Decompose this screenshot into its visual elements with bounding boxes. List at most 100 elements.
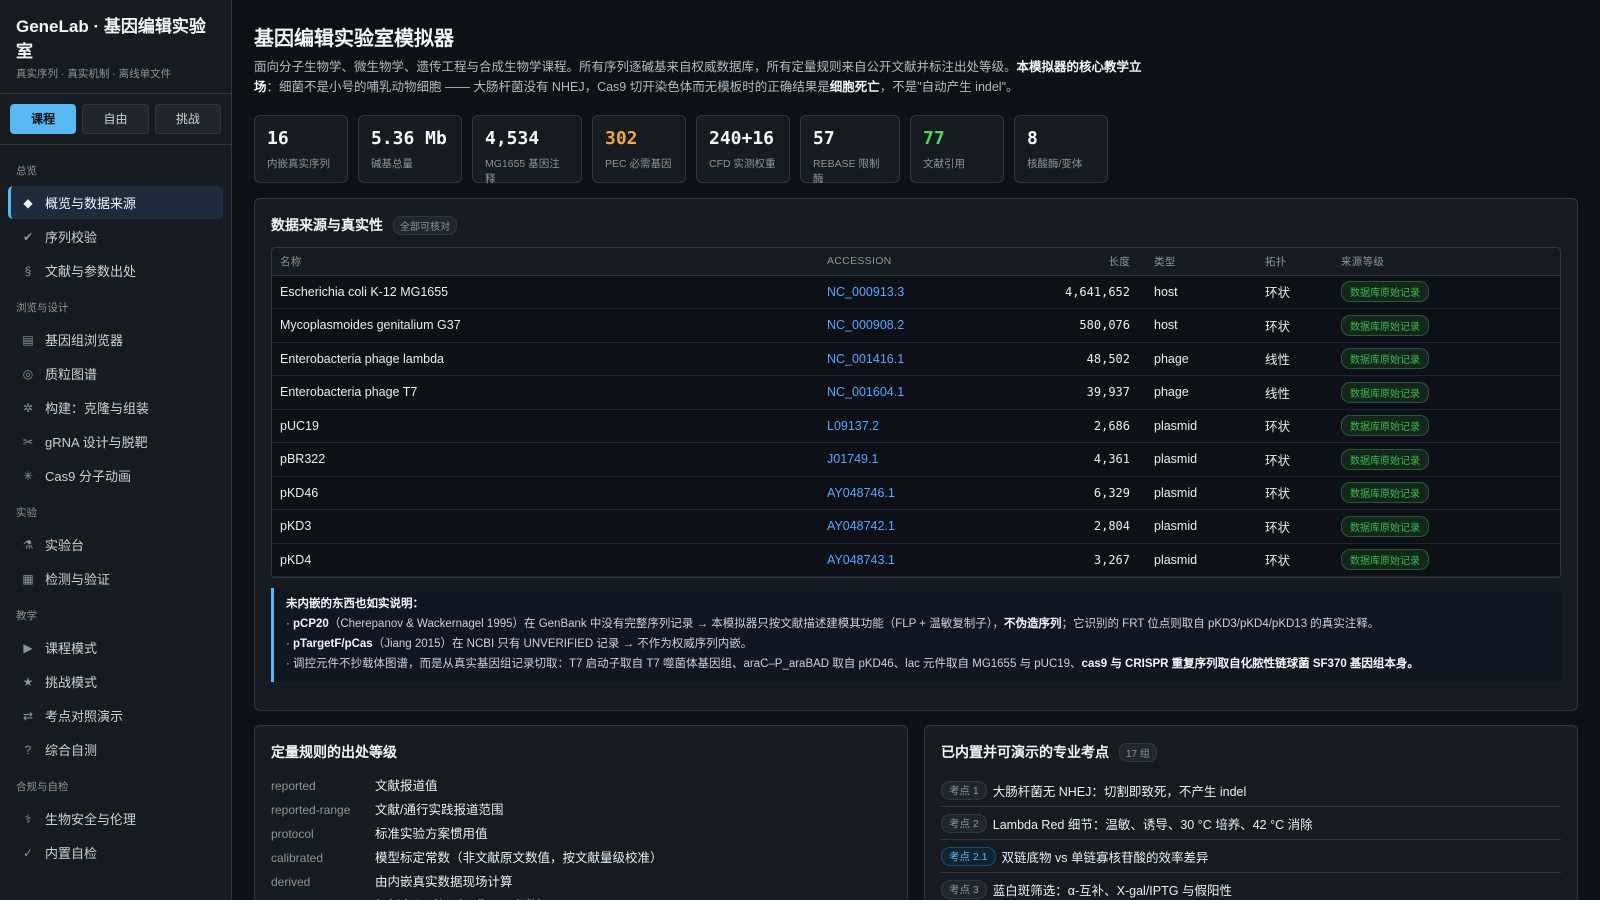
rule-value: 模型标定常数（非文献原文数值，按文献量级校准） xyxy=(375,851,663,865)
sidebar-item-label: 质粒图谱 xyxy=(45,367,98,382)
sidebar-item[interactable]: ⚗ 实验台 xyxy=(8,528,223,561)
exam-point-row[interactable]: 考点 2 Lambda Red 细节：温敏、诱导、30 °C 培养、42 °C 消… xyxy=(941,807,1561,840)
cell-type: host xyxy=(1146,275,1257,309)
sidebar-item[interactable]: ◆ 概览与数据来源 xyxy=(8,186,223,219)
exam-point-row[interactable]: 考点 3 蓝白斑筛选：α-互补、X-gal/IPTG 与假阳性 xyxy=(941,873,1561,900)
cell-name: pBR322 xyxy=(272,442,819,477)
cell-source-level: 数据库原始记录 xyxy=(1333,308,1560,343)
sidebar-item[interactable]: ▦ 检测与验证 xyxy=(8,562,223,595)
cell-accession[interactable]: NC_000908.2 xyxy=(819,308,994,343)
table-row[interactable]: Mycoplasmoides genitalium G37 NC_000908.2… xyxy=(272,308,1560,343)
col-accession[interactable]: ACCESSION xyxy=(819,248,994,276)
sidebar-item-label: Cas9 分子动画 xyxy=(45,469,131,484)
col-length[interactable]: 长度 xyxy=(994,248,1146,276)
cell-name: pKD4 xyxy=(272,543,819,577)
note-line-1: · pCP20（Cherepanov & Wackernagel 1995）在 … xyxy=(286,618,1380,630)
flask-icon: ⚗ xyxy=(22,537,34,552)
detect-icon: ▦ xyxy=(22,571,34,586)
col-source-level[interactable]: 来源等级 xyxy=(1333,248,1560,276)
sidebar-item[interactable]: ⇄ 考点对照演示 xyxy=(8,699,223,732)
sidebar-item[interactable]: ★ 挑战模式 xyxy=(8,665,223,698)
exam-point-row[interactable]: 考点 1 大肠杆菌无 NHEJ：切割即致死，不产生 indel xyxy=(941,774,1561,807)
page-title: 基因编辑实验室模拟器 xyxy=(254,28,454,50)
exam-point-tag: 考点 2.1 xyxy=(941,846,996,866)
sidebar-item-label: 生物安全与伦理 xyxy=(45,812,137,827)
cell-name: pUC19 xyxy=(272,409,819,443)
sidebar-item[interactable]: ✔ 序列校验 xyxy=(8,220,223,253)
cell-length: 4,641,652 xyxy=(994,275,1146,309)
stats-row: 16 内嵌真实序列 5.36 Mb 碱基总量 4,534 MG1655 基因注释 302 PE… xyxy=(254,115,1578,185)
col-topology[interactable]: 拓扑 xyxy=(1257,248,1333,276)
sidebar-item[interactable]: ? 综合自测 xyxy=(8,733,223,766)
mode-tab-course[interactable]: 课程 xyxy=(10,104,77,134)
col-name[interactable]: 名称 xyxy=(272,248,819,276)
sidebar-item[interactable]: ✳ Cas9 分子动画 xyxy=(8,459,223,492)
cell-accession[interactable]: AY048742.1 xyxy=(819,509,994,544)
cell-type: plasmid xyxy=(1146,476,1257,510)
cell-accession[interactable]: NC_000913.3 xyxy=(819,275,994,309)
nav-section-label: 浏览与设计 xyxy=(16,302,69,314)
cell-accession[interactable]: J01749.1 xyxy=(819,442,994,477)
source-badge: 数据库原始记录 xyxy=(1341,415,1429,437)
cell-length: 48,502 xyxy=(994,342,1146,376)
sidebar-item[interactable]: ✂ gRNA 设计与脱靶 xyxy=(8,425,223,458)
cell-accession[interactable]: NC_001416.1 xyxy=(819,342,994,376)
table-row[interactable]: pKD46 AY048746.1 6,329 plasmid 环状 数据库原始记录 xyxy=(272,476,1560,510)
cell-topology: 环状 xyxy=(1257,476,1333,510)
points-title: 已内置并可演示的专业考点 xyxy=(941,744,1109,760)
mode-tab-free[interactable]: 自由 xyxy=(82,104,149,134)
sources-table: 名称 ACCESSION 长度 类型 拓扑 来源等级 Escherichia c… xyxy=(272,248,1560,577)
cell-accession[interactable]: AY048746.1 xyxy=(819,476,994,510)
rules-title: 定量规则的出处等级 xyxy=(271,744,397,760)
points-badge: 17 组 xyxy=(1119,742,1157,762)
source-badge: 数据库原始记录 xyxy=(1341,448,1429,470)
cell-type: plasmid xyxy=(1146,409,1257,443)
col-type[interactable]: 类型 xyxy=(1146,248,1257,276)
note-line-2: · pTargetF/pCas（Jiang 2015）在 NCBI 只有 UNV… xyxy=(286,638,753,650)
mode-tabs: 课程 自由 挑战 xyxy=(0,94,231,145)
cell-accession[interactable]: L09137.2 xyxy=(819,409,994,443)
rules-panel: 定量规则的出处等级 reported 文献报道值 reported-range 文献/… xyxy=(254,725,908,900)
scissors-icon: ✂ xyxy=(22,434,34,449)
cell-topology: 环状 xyxy=(1257,509,1333,544)
sidebar-item-label: gRNA 设计与脱靶 xyxy=(45,435,148,450)
table-row[interactable]: pKD3 AY048742.1 2,804 plasmid 环状 数据库原始记录 xyxy=(272,509,1560,544)
rule-row: reported 文献报道值 xyxy=(255,774,907,798)
exam-point-text: 大肠杆菌无 NHEJ：切割即致死，不产生 indel xyxy=(992,784,1247,799)
cell-type: phage xyxy=(1146,342,1257,376)
table-header-row: 名称 ACCESSION 长度 类型 拓扑 来源等级 xyxy=(272,248,1560,276)
stat-label: 核酸酶/变体 xyxy=(1027,158,1083,170)
exam-point-tag: 考点 1 xyxy=(941,780,987,800)
section-icon: § xyxy=(24,263,32,278)
table-row[interactable]: pKD4 AY048743.1 3,267 plasmid 环状 数据库原始记录 xyxy=(272,543,1560,577)
sidebar-item-label: 构建：克隆与组装 xyxy=(45,401,150,416)
table-row[interactable]: Enterobacteria phage T7 NC_001604.1 39,937… xyxy=(272,375,1560,410)
cell-accession[interactable]: AY048743.1 xyxy=(819,543,994,577)
table-row[interactable]: Escherichia coli K-12 MG1655 NC_000913.3 4… xyxy=(272,275,1560,309)
sidebar-item[interactable]: ✲ 构建：克隆与组装 xyxy=(8,391,223,424)
sidebar-item[interactable]: ✓ 内置自检 xyxy=(8,836,223,869)
sidebar-item-label: 基因组浏览器 xyxy=(45,333,124,348)
table-row[interactable]: pUC19 L09137.2 2,686 plasmid 环状 数据库原始记录 xyxy=(272,409,1560,443)
cell-name: Enterobacteria phage T7 xyxy=(272,375,819,410)
brand: GeneLab · 基因编辑实验室 真实序列 · 真实机制 · 离线单文件 xyxy=(0,0,231,81)
sidebar-item[interactable]: § 文献与参数出处 xyxy=(8,254,223,287)
sources-title: 数据来源与真实性 xyxy=(271,217,383,233)
stat-card: 77 文献引用 xyxy=(910,115,1004,183)
sidebar-item[interactable]: ◎ 质粒图谱 xyxy=(8,357,223,390)
cell-accession[interactable]: NC_001604.1 xyxy=(819,375,994,410)
table-row[interactable]: Enterobacteria phage lambda NC_001416.1 48… xyxy=(272,342,1560,376)
source-badge: 数据库原始记录 xyxy=(1341,549,1429,571)
mode-tab-challenge[interactable]: 挑战 xyxy=(154,104,221,134)
table-row[interactable]: pBR322 J01749.1 4,361 plasmid 环状 数据库原始记录 xyxy=(272,442,1560,477)
exam-point-row[interactable]: 考点 2.1 双链底物 vs 单链寡核苷酸的效率差异 xyxy=(941,840,1561,873)
exam-point-tag: 考点 3 xyxy=(941,879,987,899)
source-badge: 数据库原始记录 xyxy=(1341,482,1429,504)
sidebar-item[interactable]: ▶ 课程模式 xyxy=(8,631,223,664)
sidebar-item[interactable]: ⚕ 生物安全与伦理 xyxy=(8,802,223,835)
cell-topology: 线性 xyxy=(1257,342,1333,376)
cell-source-level: 数据库原始记录 xyxy=(1333,375,1560,410)
sidebar-item[interactable]: ▤ 基因组浏览器 xyxy=(8,323,223,356)
sidebar-item-label: 序列校验 xyxy=(45,230,98,245)
rule-value: 机制定义（规则，非可调参数） xyxy=(375,894,550,900)
